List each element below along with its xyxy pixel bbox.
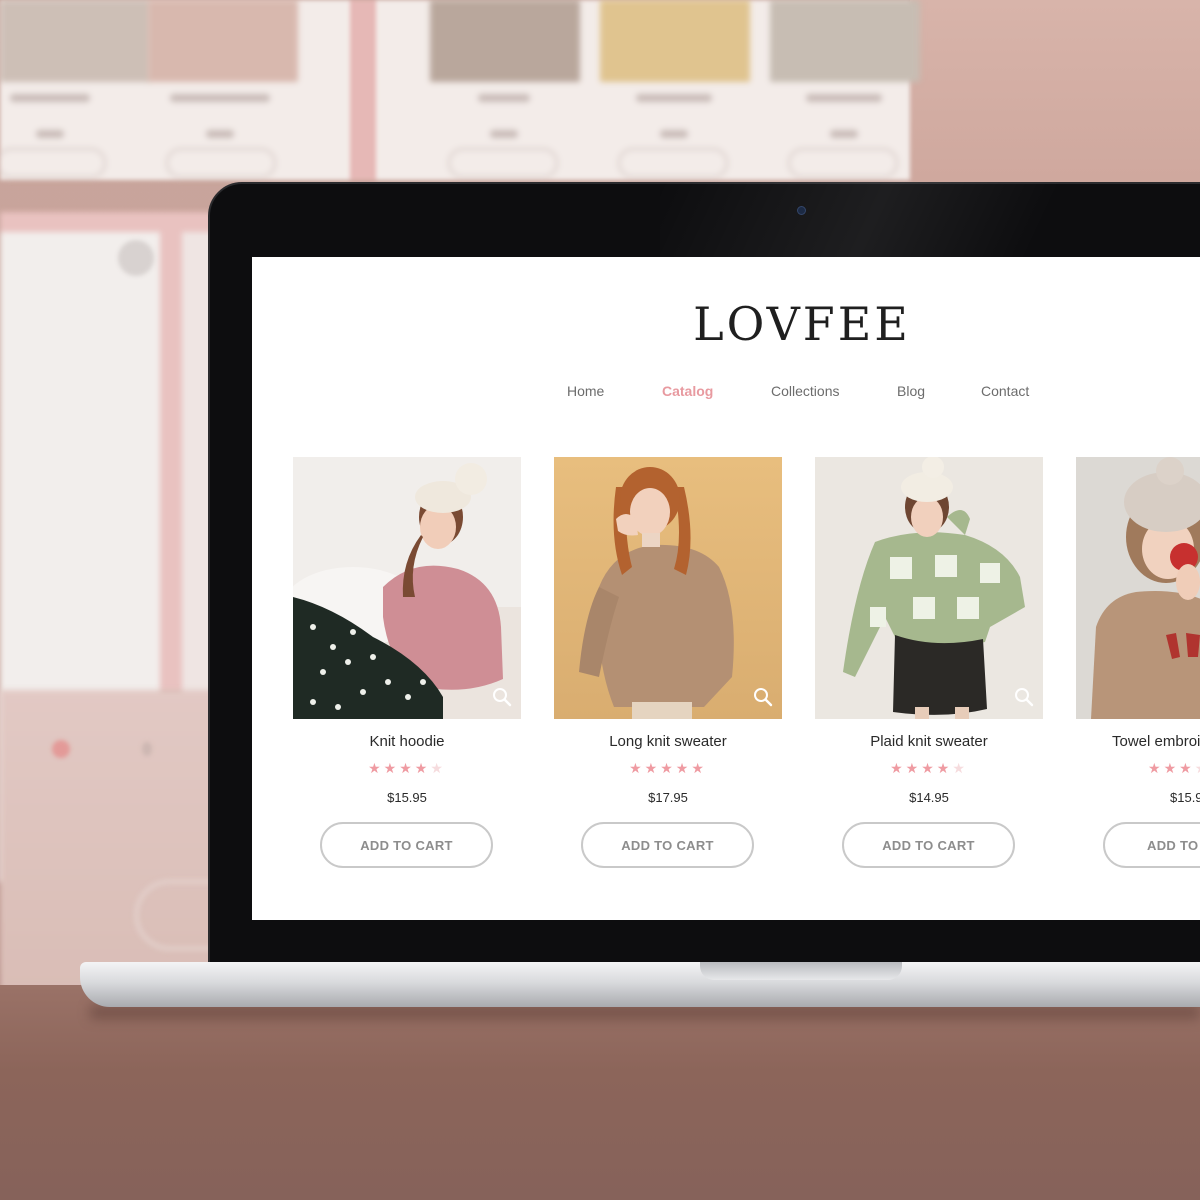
product-card: Long knit sweater ★★★★★ $17.95 ADD TO CA… <box>554 457 782 868</box>
star-icon: ★ <box>936 760 953 776</box>
star-icon: ★ <box>399 760 415 776</box>
star-rating: ★★★★★ <box>554 760 782 777</box>
star-icon: ★ <box>952 760 968 776</box>
star-rating: ★★★★★ <box>1076 760 1200 777</box>
star-icon: ★ <box>905 760 922 776</box>
laptop-notch <box>700 962 902 980</box>
laptop-base <box>80 962 1200 1007</box>
product-price: $14.95 <box>909 790 949 805</box>
product-name[interactable]: Knit hoodie <box>293 733 521 750</box>
star-icon: ★ <box>368 760 384 776</box>
star-icon: ★ <box>675 760 692 776</box>
background-blurred-site <box>0 0 920 180</box>
product-price: $15.9 <box>1170 790 1200 805</box>
laptop-shadow <box>90 1005 1200 1019</box>
star-icon: ★ <box>660 760 676 776</box>
star-icon: ★ <box>1163 760 1180 776</box>
nav-item-blog[interactable]: Blog <box>897 383 925 399</box>
webcam-icon <box>797 206 806 215</box>
add-to-cart-button[interactable]: ADD TO CART <box>320 822 493 868</box>
product-price: $15.95 <box>387 790 427 805</box>
lid-reflection <box>660 182 1200 258</box>
product-card: Towel embroi ★★★★★ $15.9 ADD TO C <box>1076 457 1200 868</box>
star-icon: ★ <box>644 760 661 776</box>
nav-item-home[interactable]: Home <box>567 383 604 399</box>
star-icon: ★ <box>890 760 906 776</box>
star-icon: ★ <box>921 760 937 776</box>
product-name[interactable]: Towel embroi <box>1076 733 1200 750</box>
product-card: Knit hoodie ★★★★★ $15.95 ADD TO CART <box>293 457 521 868</box>
star-rating: ★★★★★ <box>293 760 521 777</box>
laptop-screen: LOVFEE Home Catalog Collections Blog Con… <box>252 257 1200 920</box>
star-icon: ★ <box>1179 760 1195 776</box>
zoom-icon[interactable] <box>492 687 512 707</box>
main-navigation: Home Catalog Collections Blog Contact <box>252 383 1200 403</box>
star-icon: ★ <box>430 760 446 776</box>
product-photo[interactable] <box>554 457 782 719</box>
star-rating: ★★★★★ <box>815 760 1043 777</box>
star-icon: ★ <box>691 760 707 776</box>
nav-item-catalog[interactable]: Catalog <box>662 383 713 399</box>
add-to-cart-button[interactable]: ADD TO CART <box>581 822 754 868</box>
product-name[interactable]: Long knit sweater <box>554 733 782 750</box>
zoom-icon[interactable] <box>753 687 773 707</box>
product-price: $17.95 <box>648 790 688 805</box>
star-icon: ★ <box>629 760 645 776</box>
add-to-cart-button[interactable]: ADD TO CART <box>842 822 1015 868</box>
site-logo[interactable]: LOVFEE <box>692 297 912 351</box>
product-photo[interactable] <box>815 457 1043 719</box>
add-to-cart-button[interactable]: ADD TO C <box>1103 822 1200 868</box>
product-photo[interactable] <box>1076 457 1200 719</box>
product-card: Plaid knit sweater ★★★★★ $14.95 ADD TO C… <box>815 457 1043 868</box>
star-icon: ★ <box>1148 760 1164 776</box>
zoom-icon[interactable] <box>1014 687 1034 707</box>
star-icon: ★ <box>414 760 431 776</box>
product-name[interactable]: Plaid knit sweater <box>815 733 1043 750</box>
nav-item-contact[interactable]: Contact <box>981 383 1029 399</box>
product-photo[interactable] <box>293 457 521 719</box>
nav-item-collections[interactable]: Collections <box>771 383 839 399</box>
star-icon: ★ <box>1195 760 1200 776</box>
star-icon: ★ <box>383 760 400 776</box>
